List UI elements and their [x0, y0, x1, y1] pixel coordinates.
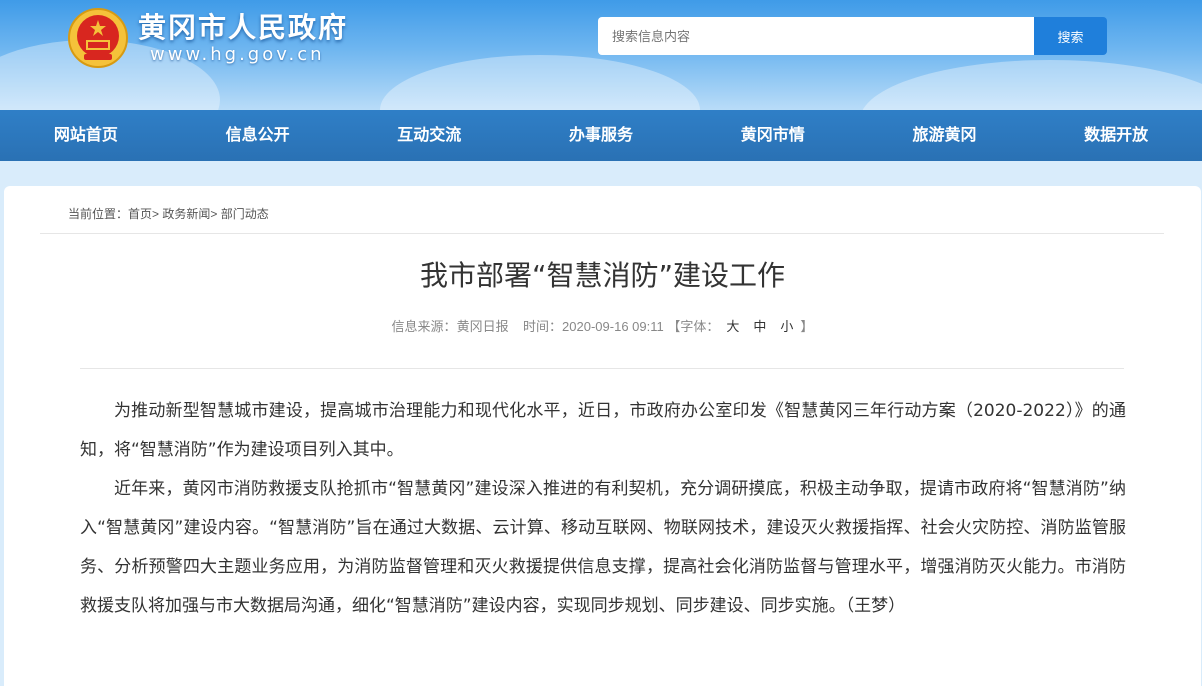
- site-url: www.hg.gov.cn: [150, 44, 325, 65]
- national-emblem-icon: [68, 8, 128, 68]
- source-label: 信息来源：: [391, 319, 457, 334]
- font-size-medium[interactable]: 中: [753, 319, 766, 334]
- article-meta: 信息来源：黄冈日报 时间：2020-09-16 09:11 【字体： 大中小】: [4, 316, 1201, 335]
- breadcrumb-separator: >: [152, 207, 160, 221]
- font-size-small[interactable]: 小: [780, 319, 793, 334]
- article-panel: 当前位置：首页> 政务新闻> 部门动态 我市部署“智慧消防”建设工作 信息来源：…: [4, 186, 1201, 686]
- article-body: 为推动新型智慧城市建设，提高城市治理能力和现代化水平，近日，市政府办公室印发《智…: [80, 392, 1126, 626]
- nav-item-city-info[interactable]: 黄冈市情: [687, 110, 859, 161]
- font-size-large[interactable]: 大: [726, 319, 739, 334]
- source-value: 黄冈日报: [456, 319, 509, 334]
- site-title: 黄冈市人民政府: [138, 11, 349, 44]
- breadcrumb: 当前位置：首页> 政务新闻> 部门动态: [68, 205, 269, 222]
- time-value: 2020-09-16 09:11: [562, 319, 664, 334]
- article-paragraph: 近年来，黄冈市消防救援支队抢抓市“智慧黄冈”建设深入推进的有利契机，充分调研摸底…: [80, 479, 1126, 616]
- nav-item-services[interactable]: 办事服务: [515, 110, 687, 161]
- nav-item-open-data[interactable]: 数据开放: [1030, 110, 1202, 161]
- font-size-close: 】: [800, 319, 814, 334]
- breadcrumb-separator: >: [210, 207, 218, 221]
- nav-item-home[interactable]: 网站首页: [0, 110, 172, 161]
- divider: [40, 233, 1164, 234]
- main-nav: 网站首页 信息公开 互动交流 办事服务 黄冈市情 旅游黄冈 数据开放: [0, 110, 1202, 161]
- nav-item-interaction[interactable]: 互动交流: [343, 110, 515, 161]
- header-banner: 黄冈市人民政府 www.hg.gov.cn 搜索: [0, 0, 1202, 110]
- breadcrumb-news[interactable]: 政务新闻: [162, 207, 210, 221]
- breadcrumb-dept-news[interactable]: 部门动态: [221, 207, 269, 221]
- font-size-label: 【字体：: [667, 319, 720, 334]
- article-title: 我市部署“智慧消防”建设工作: [419, 259, 785, 292]
- search-input[interactable]: [598, 17, 1034, 55]
- divider: [80, 368, 1124, 369]
- breadcrumb-prefix: 当前位置：: [68, 207, 129, 221]
- article-paragraph: 为推动新型智慧城市建设，提高城市治理能力和现代化水平，近日，市政府办公室印发《智…: [80, 401, 1126, 460]
- time-label: 时间：: [523, 319, 563, 334]
- search-button[interactable]: 搜索: [1034, 17, 1107, 55]
- nav-item-tourism[interactable]: 旅游黄冈: [859, 110, 1031, 161]
- breadcrumb-home[interactable]: 首页: [128, 207, 152, 221]
- nav-item-info-disclosure[interactable]: 信息公开: [172, 110, 344, 161]
